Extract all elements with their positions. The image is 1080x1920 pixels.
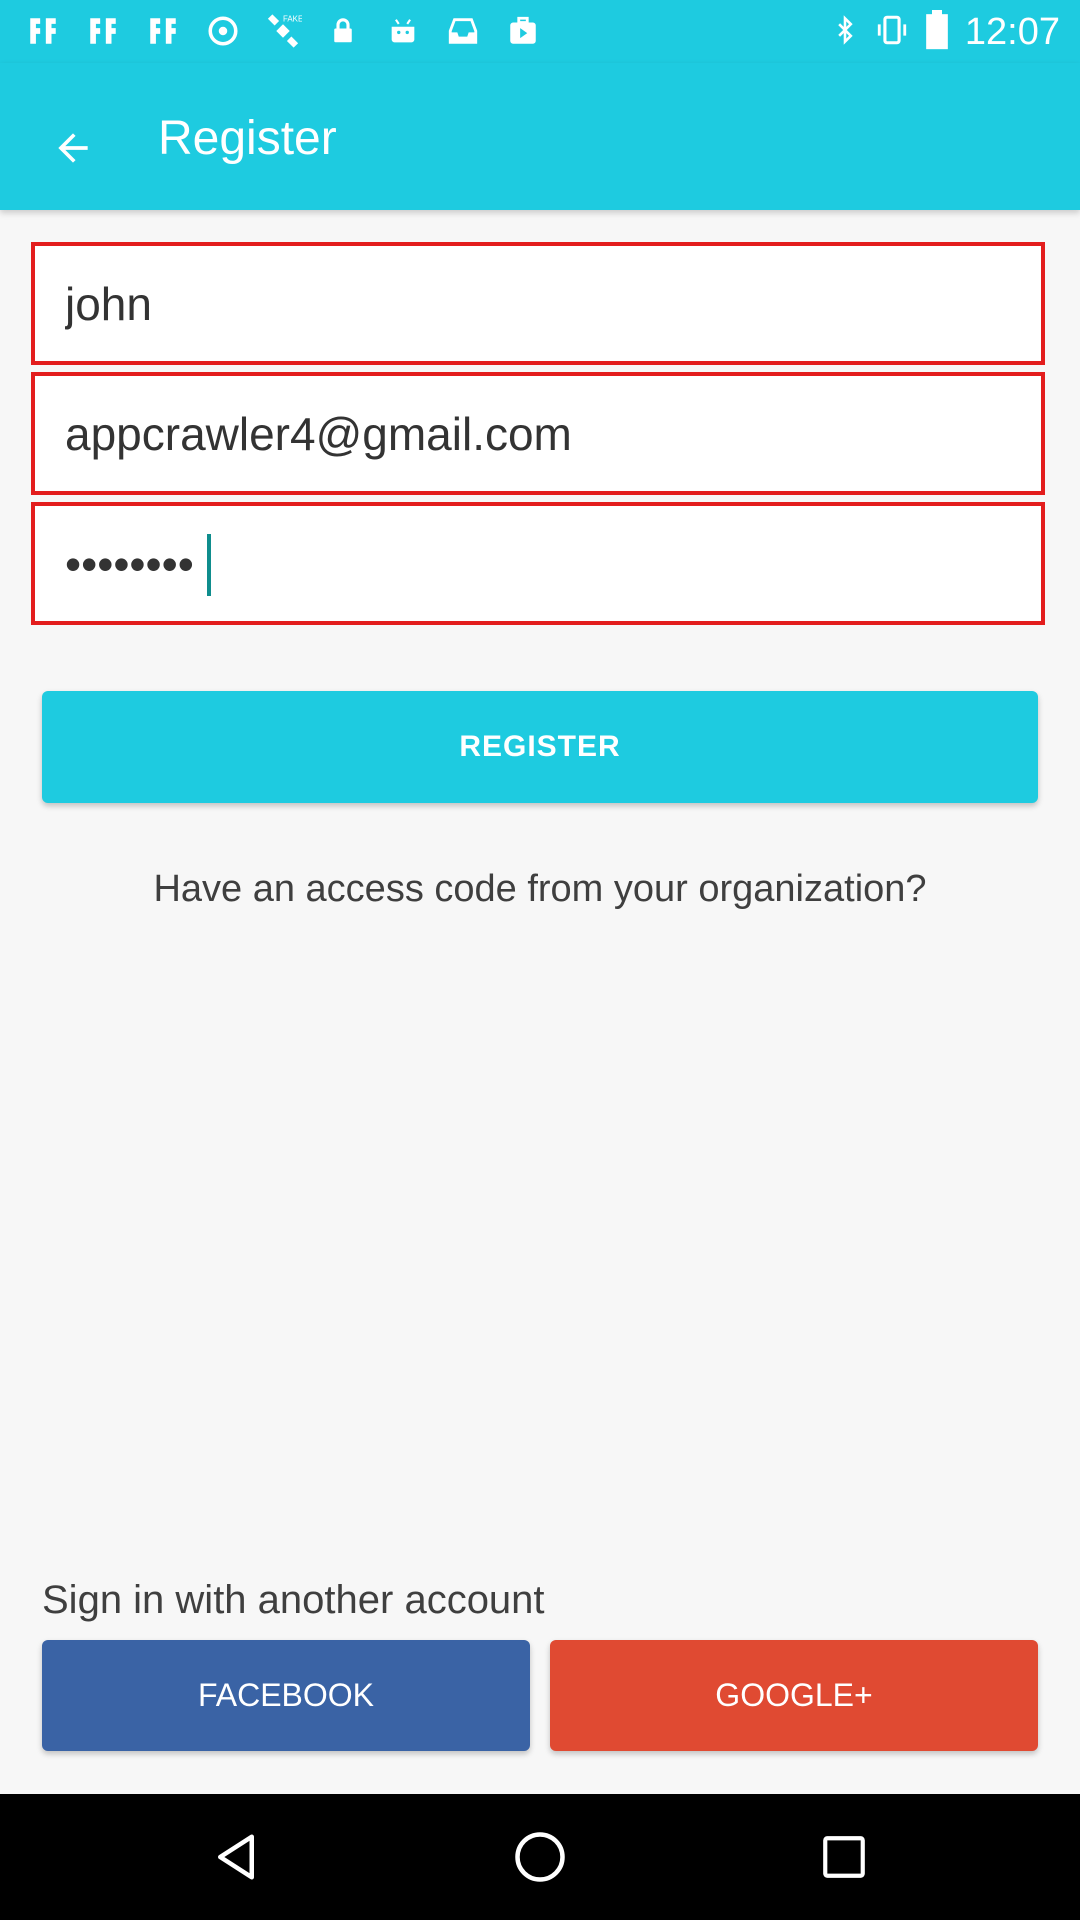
nav-back-button[interactable]: [196, 1817, 276, 1897]
facebook-button[interactable]: FACEBOOK: [42, 1640, 530, 1751]
nav-recents-button[interactable]: [804, 1817, 884, 1897]
password-input[interactable]: [65, 506, 1005, 621]
sync-icon: [202, 10, 244, 52]
register-button[interactable]: REGISTER: [42, 691, 1038, 803]
google-button[interactable]: GOOGLE+: [550, 1640, 1038, 1751]
name-field[interactable]: [31, 242, 1045, 365]
social-sign-in-label: Sign in with another account: [42, 1578, 545, 1622]
password-field[interactable]: [31, 502, 1045, 625]
notification-icons: FAKE: [22, 10, 544, 52]
app-bar: Register: [0, 63, 1080, 210]
inbox-icon: [442, 10, 484, 52]
system-icons: 12:07: [831, 6, 1060, 58]
android-icon: [382, 10, 424, 52]
circle-home-icon: [515, 1832, 565, 1882]
square-recents-icon: [823, 1836, 865, 1878]
name-input[interactable]: [65, 246, 1005, 361]
access-code-link[interactable]: Have an access code from your organizati…: [0, 868, 1080, 911]
lock-icon: [322, 10, 364, 52]
battery-icon: [925, 9, 949, 55]
email-field[interactable]: [31, 372, 1045, 495]
play-store-icon: [502, 10, 544, 52]
fake-gps-icon: [22, 10, 64, 52]
page-title: Register: [158, 112, 337, 165]
bluetooth-icon: [831, 11, 859, 54]
svg-text:FAKE: FAKE: [283, 15, 302, 24]
navigation-bar: [0, 1794, 1080, 1920]
fake-gps-icon: [82, 10, 124, 52]
clock: 12:07: [964, 10, 1060, 53]
status-bar: FAKE 12:07: [0, 0, 1080, 63]
satellite-fake-icon: FAKE: [262, 10, 304, 52]
back-button[interactable]: [28, 103, 118, 193]
vibrate-icon: [875, 11, 909, 54]
arrow-back-icon: [58, 133, 88, 163]
email-input[interactable]: [65, 376, 1005, 491]
fake-gps-icon: [142, 10, 184, 52]
nav-home-button[interactable]: [500, 1817, 580, 1897]
triangle-back-icon: [218, 1834, 254, 1880]
text-cursor: [207, 534, 211, 596]
